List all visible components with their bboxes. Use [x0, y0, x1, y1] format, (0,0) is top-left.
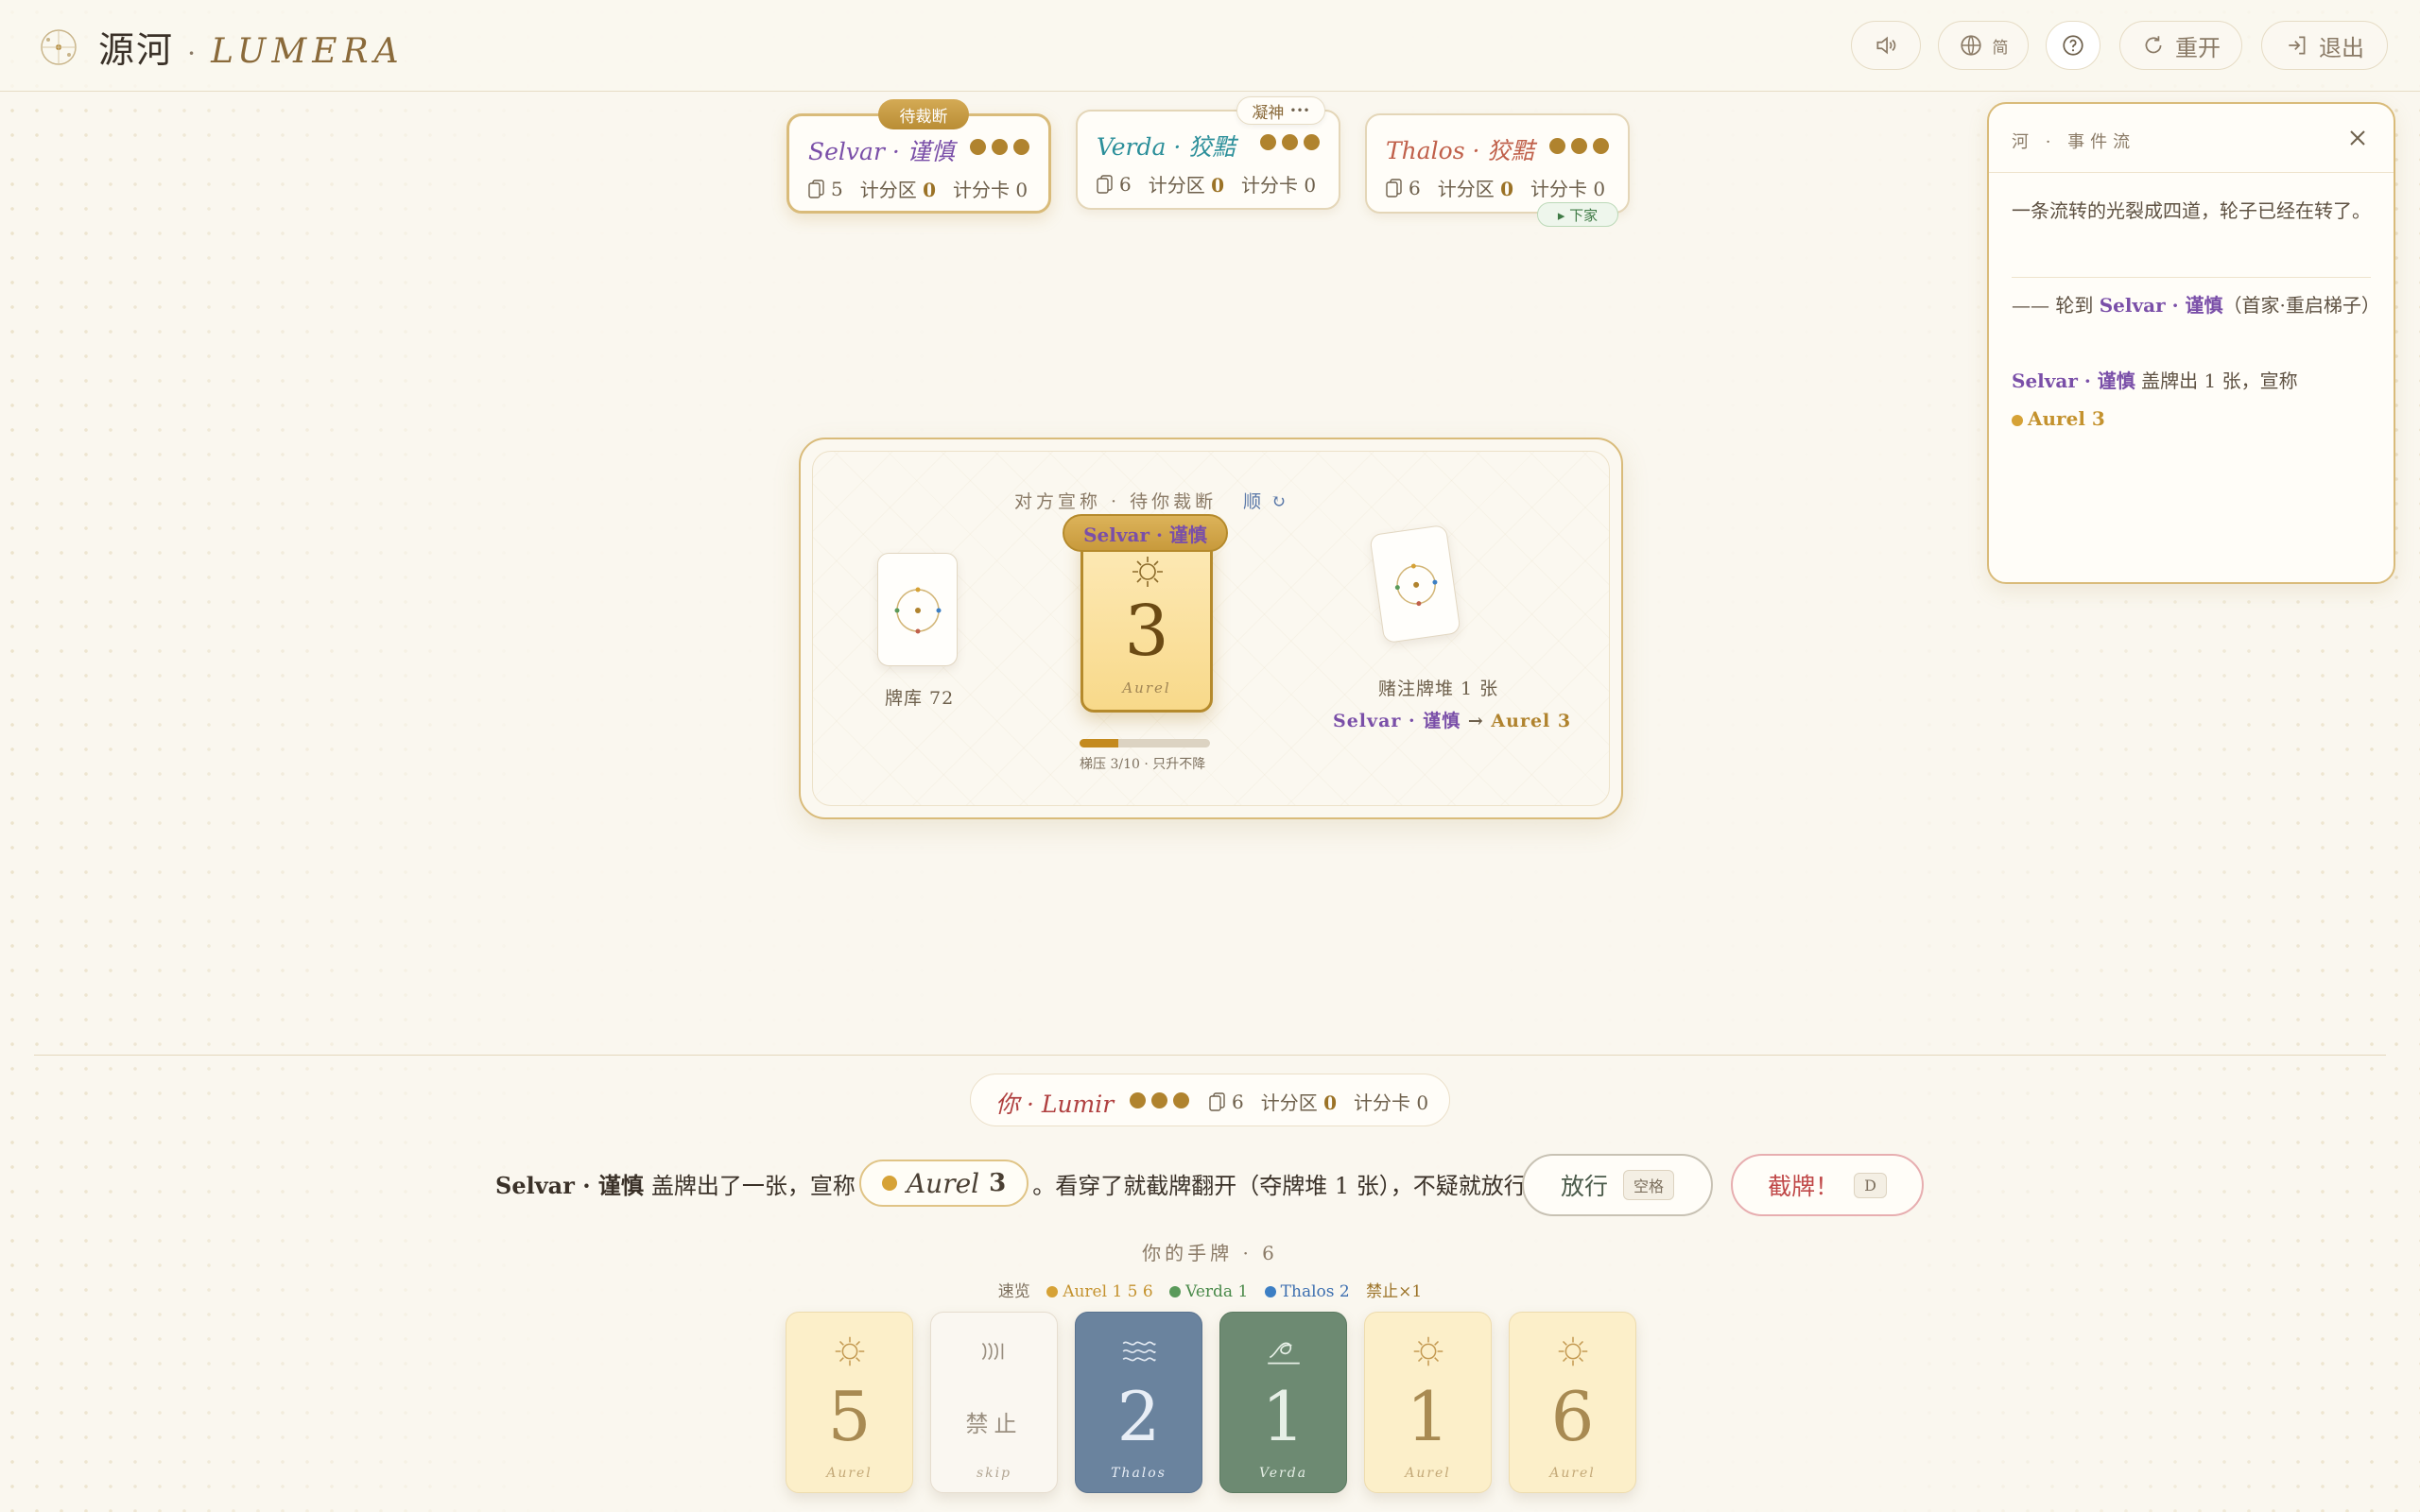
divider — [34, 1055, 2386, 1056]
challenge-button[interactable]: 截牌！ D — [1731, 1154, 1924, 1216]
deck-count: 牌库 72 — [885, 688, 955, 709]
speaker-icon — [1876, 36, 1896, 55]
event-log-panel: 河 · 事件流 一条流转的光裂成四道，轮子已经在转了。 —— 轮到 Selvar… — [1987, 102, 2395, 584]
your-name: 你 · Lumir — [995, 1091, 1115, 1118]
deck-icon — [808, 179, 824, 198]
sun-icon — [1413, 1336, 1443, 1366]
deck-icon — [1386, 178, 1402, 198]
deck-icon — [1209, 1091, 1225, 1111]
app-title: 源河 · LUMERA — [98, 29, 405, 71]
stake-pile[interactable] — [1369, 524, 1461, 644]
hand-title: 你的手牌 · 6 — [1142, 1242, 1278, 1264]
player-name: Verda · 狡黠 — [1097, 133, 1236, 161]
played-card-suit: Aurel — [1122, 679, 1171, 696]
life-dots — [1549, 138, 1609, 154]
ladder-pressure-label: 梯压 3/10 · 只升不降 — [1080, 757, 1206, 772]
river-emblem-icon — [894, 587, 942, 634]
player-stats: 6 计分区 0 计分卡 0 — [1386, 174, 1605, 201]
sun-icon — [835, 1336, 864, 1366]
stake-count: 赌注牌堆 1 张 — [1378, 679, 1499, 699]
deck-icon — [1097, 174, 1113, 194]
hand-card[interactable]: 禁止 skip — [930, 1312, 1058, 1493]
next-player-badge: ▸ 下家 — [1537, 202, 1618, 227]
player-name: Thalos · 狡黠 — [1386, 137, 1535, 164]
ladder-pressure-bar — [1080, 739, 1210, 747]
player-stats: 5 计分区 0 计分卡 0 — [808, 175, 1028, 202]
player-name: Selvar · 谨慎 — [808, 138, 955, 165]
challenge-prompt: Selvar · 谨慎 盖牌出了一张，宣称 Aurel 3 。看穿了就截牌翻开（… — [495, 1160, 1549, 1207]
question-icon — [2063, 35, 2083, 56]
globe-icon — [1960, 35, 1981, 56]
pass-button[interactable]: 放行 空格 — [1522, 1154, 1713, 1216]
hand-card[interactable]: 6 Aurel — [1509, 1312, 1636, 1493]
sound-button[interactable] — [1851, 21, 1921, 70]
waves-icon — [1122, 1341, 1156, 1362]
hand-summary: 速览 Aurel 1 5 6 Verda 1 Thalos 2 禁止×1 — [997, 1282, 1423, 1301]
player-card-selvar[interactable]: Selvar · 谨慎 5 计分区 0 计分卡 0 待裁断 — [786, 99, 1051, 214]
player-card-thalos[interactable]: Thalos · 狡黠 6 计分区 0 计分卡 0 ▸ 下家 — [1365, 113, 1630, 227]
played-owner-tag: Selvar · 谨慎 — [1063, 514, 1228, 552]
event-play: Selvar · 谨慎 盖牌出 1 张，宣称 — [2012, 369, 2298, 392]
focus-badge: 凝神 ••• — [1236, 96, 1325, 125]
sun-icon — [1132, 557, 1163, 587]
event-log-title: 河 · 事件流 — [2012, 132, 2136, 152]
hand-card[interactable]: 5 Aurel — [786, 1312, 913, 1493]
your-player-badge: 你 · Lumir 6 计分区 0 计分卡 0 — [970, 1074, 1450, 1126]
sun-icon — [1558, 1336, 1587, 1366]
deck-pile[interactable] — [877, 553, 958, 666]
player-card-verda[interactable]: Verda · 狡黠 6 计分区 0 计分卡 0 凝神 ••• — [1076, 96, 1340, 210]
player-stats: 6 计分区 0 计分卡 0 — [1097, 170, 1316, 198]
life-dots — [1260, 134, 1320, 150]
life-dots — [970, 139, 1029, 155]
event-turn: —— 轮到 Selvar · 谨慎（首家·重启梯子） — [2012, 294, 2380, 317]
exit-button[interactable]: 退出 — [2261, 21, 2388, 70]
river-emblem-icon — [1394, 563, 1438, 607]
table-status: 对方宣称 · 待你裁断 顺 ↻ — [1014, 491, 1288, 512]
help-button[interactable] — [2046, 21, 2100, 70]
thinking-dots-icon: ••• — [1289, 104, 1310, 117]
top-bar: 源河 · LUMERA 简 重开 退出 — [0, 0, 2420, 92]
hand-card[interactable]: 1 Aurel — [1364, 1312, 1492, 1493]
hand-card[interactable]: 1 Verda — [1219, 1312, 1347, 1493]
logo-icon — [41, 29, 77, 65]
claim-chip: Aurel 3 — [858, 1160, 1029, 1207]
refresh-icon — [2145, 36, 2162, 54]
stake-claim: Selvar · 谨慎 → Aurel 3 — [1333, 711, 1572, 731]
skip-icon — [981, 1342, 1003, 1361]
your-stats: 6 计分区 0 计分卡 0 — [1209, 1088, 1428, 1115]
direction-indicator: 顺 ↻ — [1243, 491, 1288, 512]
close-icon[interactable] — [2346, 127, 2369, 149]
logout-icon — [2289, 36, 2306, 55]
event-intro: 一条流转的光裂成四道，轮子已经在转了。 — [2012, 199, 2371, 222]
pending-judgement-badge: 待裁断 — [878, 99, 969, 129]
language-button[interactable]: 简 — [1938, 21, 2029, 70]
played-card-number: 3 — [1124, 591, 1169, 672]
hand-card[interactable]: 2 Thalos — [1075, 1312, 1202, 1493]
leaf-icon — [1267, 1342, 1300, 1365]
event-claim: Aurel 3 — [2012, 401, 2380, 437]
played-card: 3 Aurel — [1080, 529, 1213, 713]
restart-button[interactable]: 重开 — [2119, 21, 2242, 70]
life-dots — [1130, 1092, 1189, 1108]
